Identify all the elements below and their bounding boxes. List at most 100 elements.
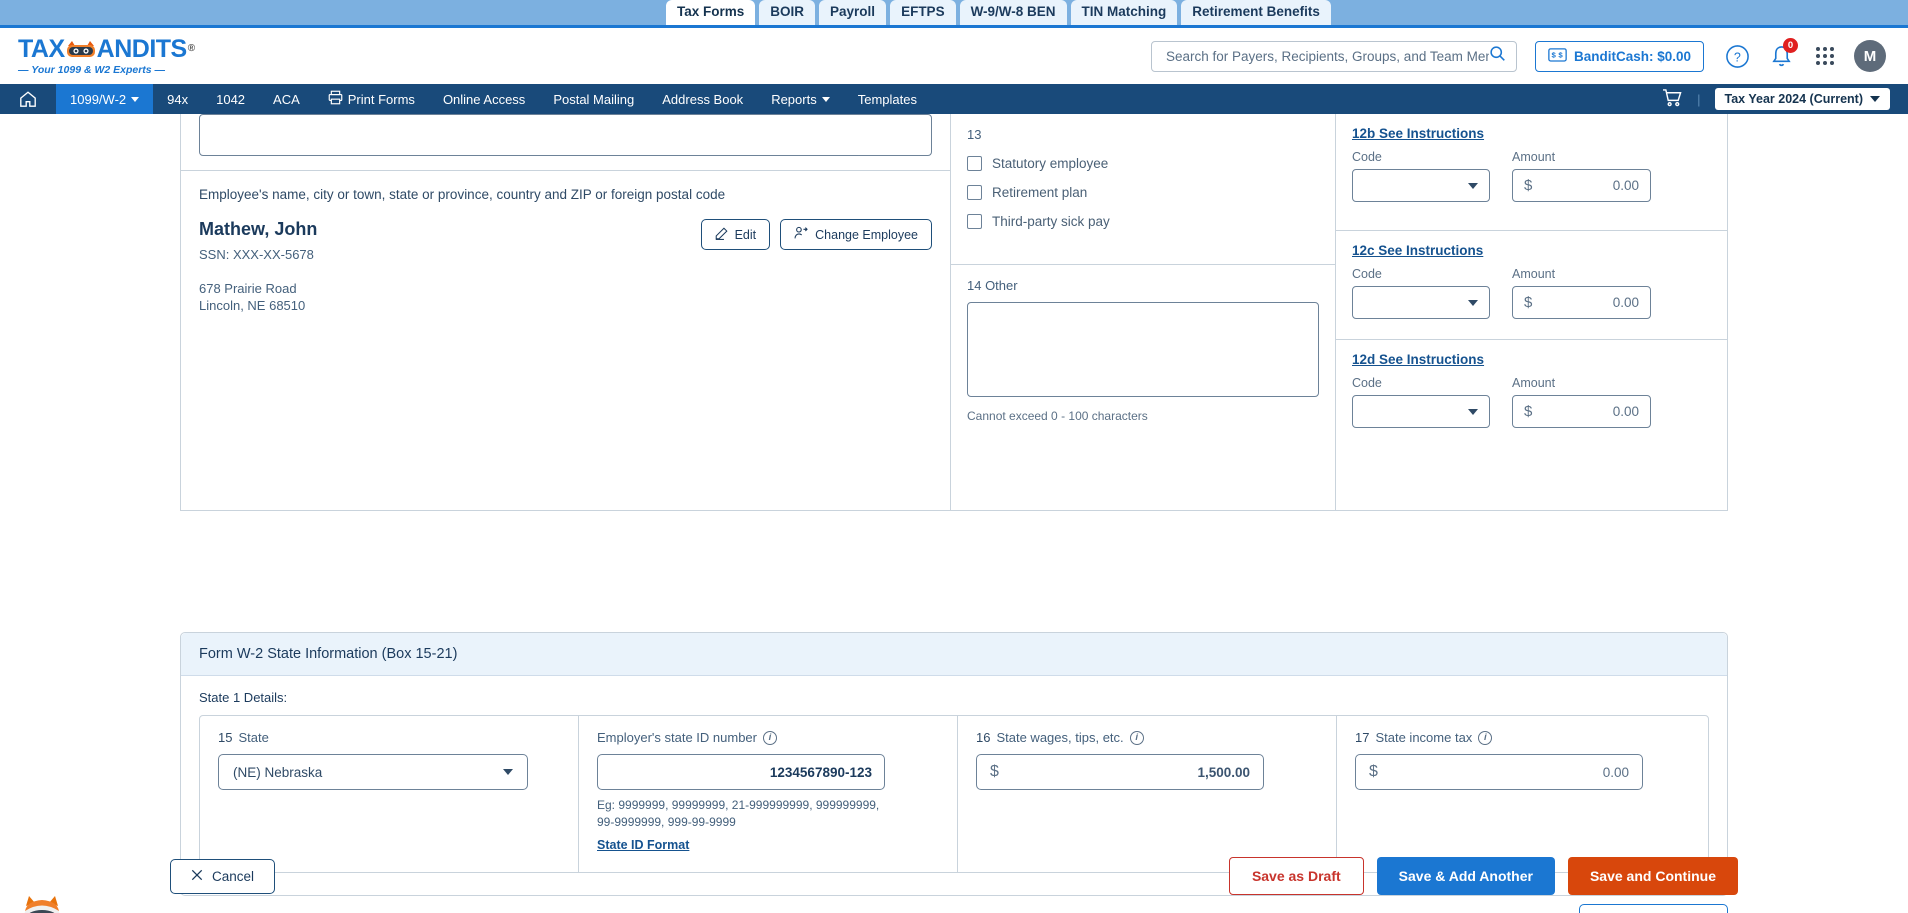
banditcash-button[interactable]: $ $ BanditCash: $0.00 xyxy=(1534,40,1704,72)
state-id-example-text: Eg: 9999999, 99999999, 21-999999999, 999… xyxy=(597,798,880,829)
notifications-bell-icon[interactable]: 0 xyxy=(1766,38,1798,71)
chevron-down-icon xyxy=(1870,96,1880,102)
w2-grid: Employee's name, city or town, state or … xyxy=(181,114,1727,510)
state-field-cell: 15 State (NE) Nebraska xyxy=(200,716,579,872)
logo-tagline: — Your 1099 & W2 Experts — xyxy=(18,63,166,76)
state-select-value: (NE) Nebraska xyxy=(233,764,323,780)
nav-item-print-forms[interactable]: Print Forms xyxy=(314,84,429,114)
wallet-icon: $ $ xyxy=(1548,47,1567,65)
tax-year-selector[interactable]: Tax Year 2024 (Current) xyxy=(1714,88,1890,110)
box-12d-code-select[interactable] xyxy=(1352,395,1490,428)
logo-text-bandits: ANDITS xyxy=(96,34,188,63)
nav-item-1099-w2[interactable]: 1099/W-2 xyxy=(56,84,154,114)
checkbox-label: Third-party sick pay xyxy=(992,214,1110,229)
box-12d-instructions-link[interactable]: 12d See Instructions xyxy=(1352,352,1711,367)
box-12b-instructions-link[interactable]: 12b See Instructions xyxy=(1352,126,1711,141)
box-12c: 12c See Instructions Code Amount $ 0.00 xyxy=(1336,231,1727,339)
top-tab-eftps[interactable]: EFTPS xyxy=(890,0,956,25)
cancel-button[interactable]: Cancel xyxy=(170,858,276,894)
nav-item-templates[interactable]: Templates xyxy=(844,84,931,114)
employee-actions: Edit Change Employee xyxy=(700,219,932,250)
code-label: Code xyxy=(1352,150,1382,164)
add-new-state-button[interactable]: + Add New State xyxy=(1578,904,1728,913)
nav-item-aca[interactable]: ACA xyxy=(259,84,314,114)
employer-state-id-input[interactable]: 1234567890-123 xyxy=(597,754,885,790)
box-12d-amount-input[interactable]: $ 0.00 xyxy=(1512,395,1651,428)
top-tab-tax-forms[interactable]: Tax Forms xyxy=(666,0,756,25)
save-and-add-another-button[interactable]: Save & Add Another xyxy=(1376,857,1555,895)
global-search[interactable] xyxy=(1150,40,1517,72)
state-select[interactable]: (NE) Nebraska xyxy=(218,754,528,790)
top-textbox-wrap xyxy=(181,114,950,170)
top-tab-boir[interactable]: BOIR xyxy=(759,0,816,25)
top-tab-w9-w8ben[interactable]: W-9/W-8 BEN xyxy=(959,0,1067,25)
raccoon-mascot-icon[interactable] xyxy=(18,892,66,913)
checkbox-retirement-plan[interactable]: Retirement plan xyxy=(967,185,1319,200)
box-12c-fields: Code Amount $ 0.00 xyxy=(1352,267,1711,319)
employer-state-id-cell: Employer's state ID number i 1234567890-… xyxy=(579,716,958,872)
save-and-continue-button[interactable]: Save and Continue xyxy=(1567,857,1738,895)
top-tab-tin-matching[interactable]: TIN Matching xyxy=(1070,0,1178,25)
employee-identity: Mathew, John SSN: XXX-XX-5678 xyxy=(199,219,317,262)
state-income-tax-input[interactable]: $ 0.00 xyxy=(1355,754,1643,790)
top-tab-retirement-benefits[interactable]: Retirement Benefits xyxy=(1181,0,1331,25)
nav-label: Reports xyxy=(771,91,817,107)
nav-item-postal-mailing[interactable]: Postal Mailing xyxy=(539,84,648,114)
box-12b-amount-value: 0.00 xyxy=(1612,178,1639,193)
employer-state-id-label-row: Employer's state ID number i xyxy=(597,730,939,745)
dollar-sign: $ xyxy=(1524,294,1533,311)
box-14-other-textarea[interactable] xyxy=(967,302,1319,397)
box-12c-code-select[interactable] xyxy=(1352,286,1490,319)
state-id-format-link[interactable]: State ID Format xyxy=(597,838,689,852)
search-icon[interactable] xyxy=(1489,45,1506,67)
info-icon[interactable]: i xyxy=(1129,730,1144,745)
checkbox-third-party-sick-pay[interactable]: Third-party sick pay xyxy=(967,214,1319,229)
cart-icon[interactable] xyxy=(1662,88,1683,110)
employee-name: Mathew, John xyxy=(199,219,318,239)
top-tab-payroll[interactable]: Payroll xyxy=(819,0,887,25)
state-details-subtitle: State 1 Details: xyxy=(199,690,288,705)
state-income-tax-value: 0.00 xyxy=(1602,764,1629,780)
apps-grid-icon[interactable] xyxy=(1810,41,1840,71)
taxbandits-logo[interactable]: TAX ANDITS ® — Your 1099 & W2 Experts — xyxy=(18,34,195,76)
box-14-label: 14 Other xyxy=(967,278,1018,293)
checkbox-statutory-employee[interactable]: Statutory employee xyxy=(967,156,1319,171)
box-16-number: 16 xyxy=(976,730,991,745)
checkbox-label: Statutory employee xyxy=(992,156,1109,171)
box-12c-instructions-link[interactable]: 12c See Instructions xyxy=(1352,243,1711,258)
nav-item-online-access[interactable]: Online Access xyxy=(429,84,539,114)
box-12b-amount-input[interactable]: $ 0.00 xyxy=(1512,169,1651,202)
box-14-hint: Cannot exceed 0 - 100 characters xyxy=(967,409,1148,423)
svg-text:$: $ xyxy=(1558,51,1563,60)
checkbox-icon[interactable] xyxy=(967,156,982,171)
nav-label: 1099/W-2 xyxy=(70,91,127,107)
state-card-title: Form W-2 State Information (Box 15-21) xyxy=(181,633,1727,676)
checkbox-icon[interactable] xyxy=(967,214,982,229)
employer-notes-field[interactable] xyxy=(199,114,932,156)
address-line-1: 678 Prairie Road xyxy=(199,281,297,296)
nav-item-94x[interactable]: 94x xyxy=(153,84,202,114)
nav-item-reports[interactable]: Reports xyxy=(757,84,844,114)
box-17-number: 17 xyxy=(1355,730,1370,745)
cancel-label: Cancel xyxy=(212,868,255,884)
home-icon[interactable] xyxy=(0,84,56,114)
box-17-label: State income tax xyxy=(1375,730,1473,745)
edit-employee-button[interactable]: Edit xyxy=(700,219,771,250)
info-icon[interactable]: i xyxy=(763,730,777,745)
box-13: 13 Statutory employee Retirement plan Th… xyxy=(951,114,1335,264)
help-icon[interactable]: ? xyxy=(1722,41,1752,71)
nav-right-group: | Tax Year 2024 (Current) xyxy=(1662,84,1908,114)
change-employee-label: Change Employee xyxy=(815,227,918,242)
info-icon[interactable]: i xyxy=(1478,730,1493,745)
avatar[interactable]: M xyxy=(1854,40,1886,72)
nav-item-address-book[interactable]: Address Book xyxy=(648,84,757,114)
search-input[interactable] xyxy=(1165,48,1489,64)
nav-item-1042[interactable]: 1042 xyxy=(202,84,259,114)
box-12c-amount-input[interactable]: $ 0.00 xyxy=(1512,286,1651,319)
checkbox-label: Retirement plan xyxy=(992,185,1088,200)
checkbox-icon[interactable] xyxy=(967,185,982,200)
save-as-draft-button[interactable]: Save as Draft xyxy=(1228,857,1364,895)
box-12b-code-select[interactable] xyxy=(1352,169,1490,202)
change-employee-button[interactable]: Change Employee xyxy=(780,219,932,250)
state-wages-input[interactable]: $ 1,500.00 xyxy=(976,754,1264,790)
